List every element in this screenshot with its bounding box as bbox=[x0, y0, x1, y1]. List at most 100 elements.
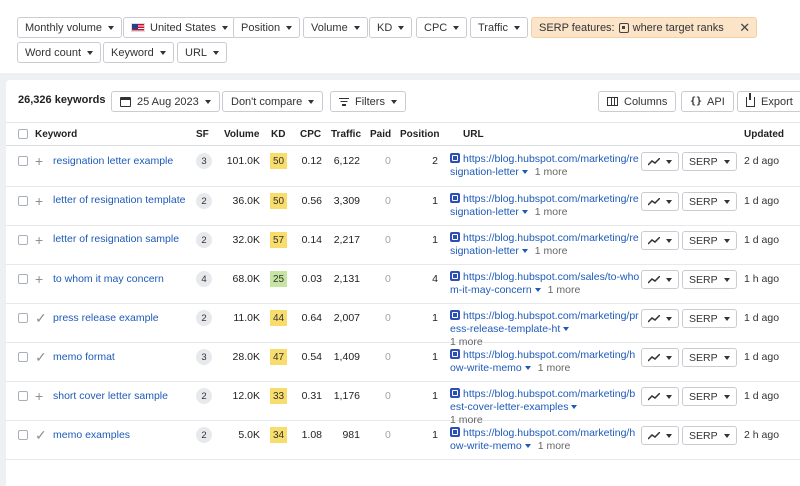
filter-volume[interactable]: Volume bbox=[303, 17, 368, 38]
column-header-traffic[interactable]: Traffic bbox=[331, 129, 361, 140]
filter-url[interactable]: URL bbox=[177, 42, 228, 63]
serp-features-chip[interactable]: SERP features: where target ranks ✕ bbox=[531, 17, 757, 38]
more-urls-link[interactable]: 1 more bbox=[535, 206, 568, 218]
filter-monthly-volume[interactable]: Monthly volume bbox=[17, 17, 123, 38]
serp-features-count[interactable]: 2 bbox=[196, 310, 212, 326]
check-icon[interactable]: ✓ bbox=[35, 350, 47, 364]
serp-button[interactable]: SERP bbox=[682, 426, 737, 445]
filters-button[interactable]: Filters bbox=[330, 91, 406, 112]
chevron-down-icon[interactable] bbox=[521, 170, 528, 174]
plus-icon[interactable]: + bbox=[35, 272, 43, 286]
row-checkbox[interactable] bbox=[18, 156, 28, 166]
serp-features-count[interactable]: 3 bbox=[196, 153, 212, 169]
select-all-checkbox[interactable] bbox=[18, 129, 28, 139]
column-header-cpc[interactable]: CPC bbox=[300, 129, 321, 140]
column-header-kd[interactable]: KD bbox=[271, 129, 285, 140]
trend-chart-button[interactable] bbox=[641, 192, 679, 211]
serp-button[interactable]: SERP bbox=[682, 192, 737, 211]
plus-icon[interactable]: + bbox=[35, 194, 43, 208]
column-header-updated[interactable]: Updated bbox=[744, 129, 784, 140]
compare-dropdown[interactable]: Don't compare bbox=[222, 91, 324, 112]
keyword-link[interactable]: to whom it may concern bbox=[53, 273, 198, 286]
column-header-sf[interactable]: SF bbox=[196, 129, 209, 140]
chevron-down-icon[interactable] bbox=[571, 405, 578, 409]
keyword-link[interactable]: memo examples bbox=[53, 429, 198, 442]
more-urls-link[interactable]: 1 more bbox=[548, 284, 581, 296]
serp-button[interactable]: SERP bbox=[682, 270, 737, 289]
serp-features-count[interactable]: 2 bbox=[196, 232, 212, 248]
trend-chart-button[interactable] bbox=[641, 387, 679, 406]
serp-features-count[interactable]: 2 bbox=[196, 427, 212, 443]
plus-icon[interactable]: + bbox=[35, 154, 43, 168]
filter-cpc[interactable]: CPC bbox=[416, 17, 468, 38]
date-picker[interactable]: 25 Aug 2023 bbox=[111, 91, 220, 112]
filter-traffic[interactable]: Traffic bbox=[470, 17, 528, 38]
serp-features-count[interactable]: 2 bbox=[196, 193, 212, 209]
kd-badge: 57 bbox=[270, 232, 288, 248]
filter-word-count[interactable]: Word count bbox=[17, 42, 102, 63]
filter-label: Keyword bbox=[111, 46, 154, 59]
row-checkbox[interactable] bbox=[18, 430, 28, 440]
trend-chart-button[interactable] bbox=[641, 348, 679, 367]
check-icon[interactable]: ✓ bbox=[35, 428, 47, 442]
chevron-down-icon bbox=[666, 394, 672, 399]
trend-chart-button[interactable] bbox=[641, 152, 679, 171]
keyword-link[interactable]: letter of resignation sample bbox=[53, 233, 198, 246]
url-cell: https://blog.hubspot.com/marketing/resig… bbox=[450, 193, 640, 219]
trend-chart-button[interactable] bbox=[641, 231, 679, 250]
chevron-down-icon[interactable] bbox=[524, 444, 531, 448]
serp-features-count[interactable]: 2 bbox=[196, 388, 212, 404]
keyword-link[interactable]: short cover letter sample bbox=[53, 390, 198, 403]
filter-kd[interactable]: KD bbox=[369, 17, 413, 38]
keyword-link[interactable]: resignation letter example bbox=[53, 155, 198, 168]
column-header-position[interactable]: Position bbox=[400, 129, 439, 140]
filter-position[interactable]: Position bbox=[233, 17, 301, 38]
column-header-volume[interactable]: Volume bbox=[224, 129, 259, 140]
chevron-down-icon[interactable] bbox=[563, 327, 570, 331]
serp-button[interactable]: SERP bbox=[682, 231, 737, 250]
trend-icon bbox=[648, 431, 660, 440]
plus-icon[interactable]: + bbox=[35, 233, 43, 247]
url-link[interactable]: https://blog.hubspot.com/sales/to-whom-i… bbox=[450, 271, 639, 296]
plus-icon[interactable]: + bbox=[35, 389, 43, 403]
row-checkbox[interactable] bbox=[18, 313, 28, 323]
url-link[interactable]: https://blog.hubspot.com/marketing/best-… bbox=[450, 388, 635, 413]
export-button[interactable]: Export bbox=[737, 91, 800, 112]
column-header-paid[interactable]: Paid bbox=[370, 129, 391, 140]
row-checkbox[interactable] bbox=[18, 235, 28, 245]
trend-chart-button[interactable] bbox=[641, 270, 679, 289]
check-icon[interactable]: ✓ bbox=[35, 311, 47, 325]
serp-features-count[interactable]: 4 bbox=[196, 271, 212, 287]
chevron-down-icon[interactable] bbox=[534, 288, 541, 292]
serp-features-count[interactable]: 3 bbox=[196, 349, 212, 365]
columns-button[interactable]: Columns bbox=[598, 91, 677, 112]
more-urls-link[interactable]: 1 more bbox=[535, 245, 568, 257]
chevron-down-icon[interactable] bbox=[521, 210, 528, 214]
serp-button[interactable]: SERP bbox=[682, 309, 737, 328]
keyword-link[interactable]: memo format bbox=[53, 351, 198, 364]
row-checkbox[interactable] bbox=[18, 196, 28, 206]
column-header-url[interactable]: URL bbox=[463, 129, 484, 140]
keyword-link[interactable]: letter of resignation template bbox=[53, 194, 198, 207]
row-checkbox[interactable] bbox=[18, 274, 28, 284]
trend-chart-button[interactable] bbox=[641, 426, 679, 445]
row-checkbox[interactable] bbox=[18, 391, 28, 401]
close-icon[interactable]: ✕ bbox=[734, 20, 756, 36]
url-link[interactable]: https://blog.hubspot.com/marketing/press… bbox=[450, 310, 639, 335]
more-urls-link[interactable]: 1 more bbox=[538, 362, 571, 374]
filter-country[interactable]: United States bbox=[123, 17, 237, 38]
column-header-keyword[interactable]: Keyword bbox=[35, 129, 77, 140]
row-checkbox[interactable] bbox=[18, 352, 28, 362]
filter-keyword[interactable]: Keyword bbox=[103, 42, 174, 63]
more-urls-link[interactable]: 1 more bbox=[538, 440, 571, 452]
keyword-link[interactable]: press release example bbox=[53, 312, 198, 325]
serp-button[interactable]: SERP bbox=[682, 387, 737, 406]
trend-chart-button[interactable] bbox=[641, 309, 679, 328]
serp-button[interactable]: SERP bbox=[682, 152, 737, 171]
api-button[interactable]: {} API bbox=[681, 91, 734, 112]
chevron-down-icon[interactable] bbox=[524, 366, 531, 370]
kd-badge: 50 bbox=[270, 153, 288, 169]
chevron-down-icon[interactable] bbox=[521, 249, 528, 253]
more-urls-link[interactable]: 1 more bbox=[535, 166, 568, 178]
serp-button[interactable]: SERP bbox=[682, 348, 737, 367]
